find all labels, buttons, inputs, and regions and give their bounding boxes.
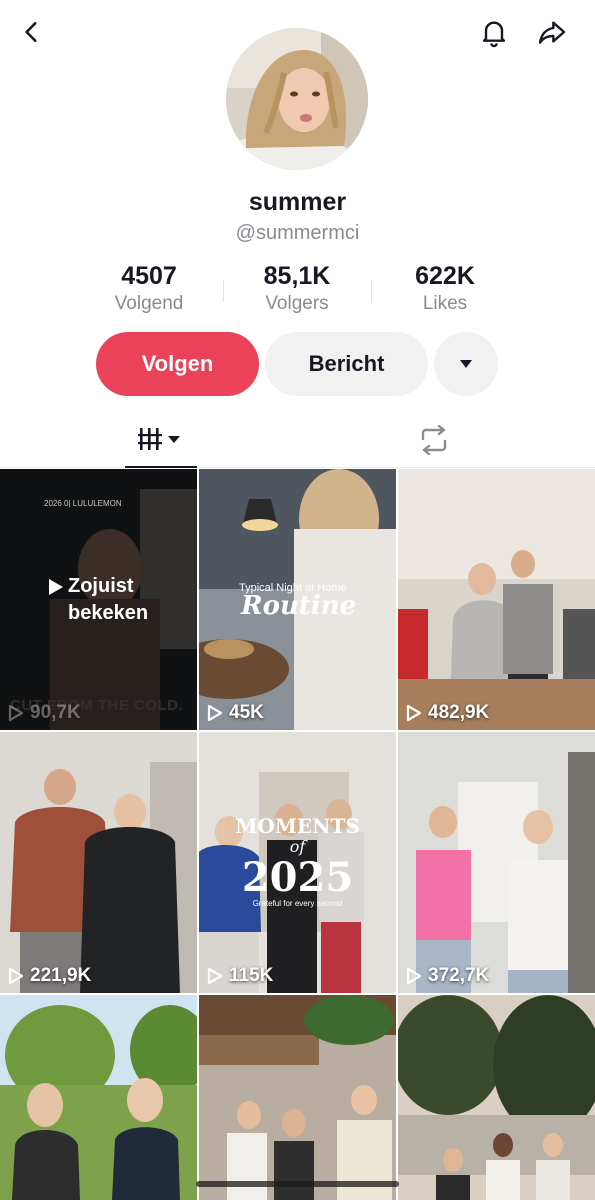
view-count: 482,9K [406, 702, 489, 724]
display-name: summer [248, 188, 347, 216]
play-icon [49, 578, 63, 595]
view-count-value: 482,9K [428, 702, 490, 723]
follow-button[interactable]: Volgen [96, 332, 259, 396]
view-count: 115K [207, 965, 273, 987]
repost-icon [421, 425, 447, 455]
play-outline-icon [406, 967, 422, 985]
watched-label-line1: Zojuist [68, 575, 134, 597]
tab-reposts[interactable] [398, 412, 470, 468]
video-tile[interactable]: 221,9K [0, 732, 197, 993]
view-count: 221,9K [8, 965, 91, 987]
view-count: 45K [207, 702, 264, 724]
play-outline-icon [207, 704, 223, 722]
stat-followers-value: 85,1K [263, 262, 331, 290]
view-count-value: 372,7K [428, 965, 490, 986]
avatar[interactable] [226, 28, 368, 170]
video-tile[interactable]: 482,9K [398, 469, 595, 730]
view-count-value: 115K [229, 965, 274, 986]
video-tile[interactable]: MOMENTS of 2025 Grateful for every secon… [199, 732, 396, 993]
view-count-value: 45K [229, 702, 264, 723]
stat-followers[interactable]: 85,1K Volgers [223, 260, 371, 320]
stat-likes-label: Likes [422, 293, 468, 314]
tab-videos[interactable] [125, 412, 197, 468]
content-tabs [0, 412, 595, 468]
stat-likes[interactable]: 622K Likes [371, 260, 519, 320]
play-outline-icon [8, 967, 24, 985]
username: @summermci [235, 222, 360, 244]
play-outline-icon [207, 967, 223, 985]
watched-label-line2: bekeken [68, 602, 149, 624]
triangle-down-icon [460, 360, 472, 368]
stat-following-label: Volgend [114, 293, 184, 314]
play-outline-icon [8, 704, 24, 722]
moments-year: 2025 [241, 854, 354, 901]
home-indicator[interactable] [196, 1181, 399, 1187]
grid-filter-icon [138, 428, 180, 450]
moments-title: MOMENTS [235, 814, 360, 838]
video-tag: 2026 0| LULULEMON [44, 499, 122, 508]
video-tile[interactable]: Typical Night at Home Routine 45K [199, 469, 396, 730]
watched-overlay: Zojuist bekeken [48, 573, 148, 627]
chevron-left-icon [25, 22, 37, 42]
stat-following[interactable]: 4507 Volgend [75, 260, 223, 320]
video-tile[interactable] [398, 995, 595, 1200]
notifications-button[interactable] [474, 12, 514, 52]
more-options-button[interactable] [434, 332, 498, 396]
view-count-value: 90,7K [30, 702, 81, 723]
profile-stats: 4507 Volgend 85,1K Volgers 622K Likes [75, 260, 520, 320]
video-tile[interactable] [0, 995, 197, 1200]
view-count-value: 221,9K [30, 965, 92, 986]
stat-following-value: 4507 [121, 262, 177, 290]
bell-icon [482, 21, 506, 48]
play-outline-icon [406, 704, 422, 722]
share-icon [538, 21, 566, 44]
video-overlay-title: Routine [241, 591, 357, 621]
view-count: 90,7K [8, 702, 81, 724]
share-button[interactable] [532, 12, 572, 52]
back-button[interactable] [12, 12, 52, 52]
moments-subtitle: Grateful for every second [252, 899, 343, 908]
message-button[interactable]: Bericht [265, 332, 428, 396]
video-tile[interactable]: 372,7K [398, 732, 595, 993]
view-count: 372,7K [406, 965, 489, 987]
stat-likes-value: 622K [415, 262, 475, 290]
stat-followers-label: Volgers [265, 293, 329, 314]
video-tile[interactable] [199, 995, 396, 1200]
video-tile[interactable]: 2026 0| LULULEMON CUT FROM THE COLD. Zoj… [0, 469, 197, 730]
